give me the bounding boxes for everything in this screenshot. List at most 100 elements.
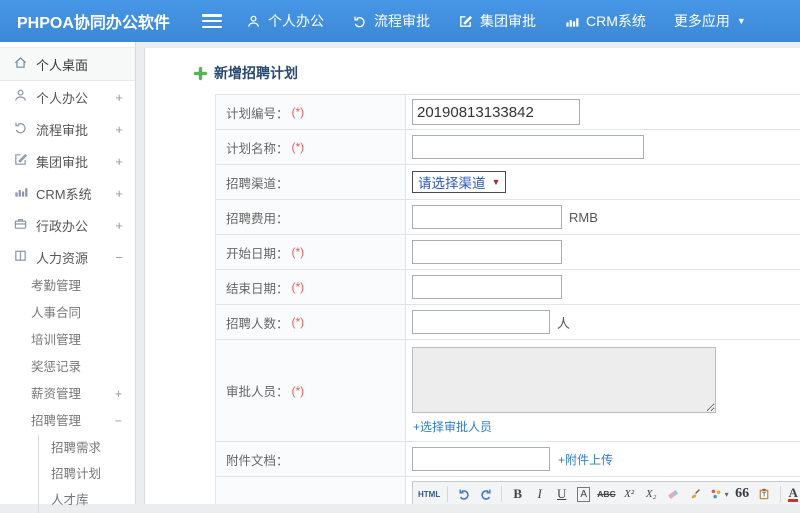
sidebar-subitem-label: 奖惩记录	[31, 354, 81, 381]
attachment-input[interactable]	[412, 447, 550, 471]
required-mark: (*)	[292, 315, 305, 329]
edit-icon	[458, 14, 473, 29]
sidebar-subitem-label: 考勤管理	[31, 273, 81, 300]
plan-name-input[interactable]	[412, 135, 644, 159]
font-color-button[interactable]: A ▾	[787, 485, 800, 503]
required-mark: (*)	[292, 245, 305, 259]
sidebar-subitem-training[interactable]: 培训管理	[0, 327, 135, 354]
expand-toggle[interactable]: +	[115, 186, 123, 201]
menu-toggle-icon[interactable]	[202, 14, 222, 28]
main-content: 新增招聘计划 计划编号： (*) 计划名称： (*) 招聘渠道：	[144, 48, 800, 504]
field-label-text: 招聘费用：	[226, 208, 289, 227]
undo-icon[interactable]	[454, 485, 473, 503]
expand-toggle[interactable]: +	[115, 381, 135, 408]
sidebar-subitem-attendance[interactable]: 考勤管理	[0, 273, 135, 300]
field-label: 附件文档：	[216, 442, 406, 476]
sidebar-item-label: 个人办公	[36, 88, 88, 107]
sidebar-item-process-approval[interactable]: 流程审批 +	[0, 113, 135, 145]
sidebar-subitem-salary[interactable]: 薪资管理 +	[0, 381, 135, 408]
italic-button[interactable]: I	[530, 485, 549, 503]
nav-item-label: 更多应用	[674, 11, 730, 31]
end-date-input[interactable]	[412, 275, 562, 299]
sidebar-item-desktop[interactable]: 个人桌面	[0, 47, 135, 81]
blockquote-button[interactable]: 66	[733, 485, 752, 503]
auto-typeset-icon[interactable]: ▾	[708, 485, 730, 503]
chart-icon	[564, 14, 579, 29]
underline-button[interactable]: U	[552, 485, 571, 503]
start-date-input[interactable]	[412, 240, 562, 264]
required-mark: (*)	[292, 140, 305, 154]
sidebar-item-admin-office[interactable]: 行政办公 +	[0, 209, 135, 241]
form-row-editor: HTML B I U A ABC X²	[216, 477, 800, 504]
sidebar-item-hr[interactable]: 人力资源 −	[0, 241, 135, 273]
toolbar-separator	[501, 486, 502, 502]
strikethrough-button[interactable]: ABC	[596, 485, 616, 503]
plan-number-input[interactable]	[412, 99, 580, 125]
redo-icon[interactable]	[476, 485, 495, 503]
sidebar-subsubitem-recruit-plan[interactable]: 招聘计划	[39, 461, 135, 487]
top-nav-items: 个人办公 流程审批 集团审批 CRM系统 更多应用 ▼	[246, 11, 746, 31]
channel-select[interactable]: 请选择渠道 ▼	[412, 171, 506, 193]
attachment-upload-link[interactable]: +附件上传	[558, 451, 613, 468]
expand-toggle[interactable]: +	[115, 218, 123, 233]
sidebar-subitem-recruitment[interactable]: 招聘管理 −	[0, 408, 135, 435]
headcount-unit-label: 人	[557, 313, 570, 332]
sidebar-subitem-hr-contract[interactable]: 人事合同	[0, 300, 135, 327]
eraser-icon[interactable]	[664, 485, 683, 503]
sidebar-subitem-label: 人事合同	[31, 300, 81, 327]
process-icon	[352, 14, 367, 29]
toolbar-separator	[780, 486, 781, 502]
nav-item-personal-office[interactable]: 个人办公	[246, 11, 324, 31]
nav-item-crm[interactable]: CRM系统	[564, 11, 646, 31]
collapse-toggle[interactable]: −	[115, 250, 123, 265]
html-source-button[interactable]: HTML	[417, 485, 441, 503]
briefcase-icon	[13, 216, 28, 234]
field-value	[406, 130, 800, 164]
sidebar-subitem-rewards[interactable]: 奖惩记录	[0, 354, 135, 381]
field-label: 结束日期： (*)	[216, 270, 406, 304]
format-brush-icon[interactable]	[686, 485, 705, 503]
headcount-input[interactable]	[412, 310, 550, 334]
form-row-plan-number: 计划编号： (*)	[216, 95, 800, 130]
paste-text-icon[interactable]: T	[755, 485, 774, 503]
char-border-button[interactable]: A	[577, 487, 590, 502]
approvers-textarea[interactable]	[412, 347, 716, 413]
expand-toggle[interactable]: +	[115, 122, 123, 137]
sidebar-subitem-label: 培训管理	[31, 327, 81, 354]
recruitment-plan-form: 计划编号： (*) 计划名称： (*) 招聘渠道： 请选择渠道	[215, 94, 800, 504]
sidebar-subsubitem-recruit-demand[interactable]: 招聘需求	[39, 435, 135, 461]
sidebar-item-label: 流程审批	[36, 120, 88, 139]
expand-toggle[interactable]: +	[115, 90, 123, 105]
select-approvers-link[interactable]: +选择审批人员	[413, 418, 492, 435]
sidebar-subitem-label: 薪资管理	[31, 381, 81, 408]
field-label: 开始日期： (*)	[216, 235, 406, 269]
channel-select-value: 请选择渠道	[418, 172, 486, 192]
recruitment-submenu: 招聘需求 招聘计划 人才库	[38, 435, 135, 513]
form-row-start-date: 开始日期： (*)	[216, 235, 800, 270]
nav-item-label: 集团审批	[480, 11, 536, 31]
form-row-headcount: 招聘人数： (*) 人	[216, 305, 800, 340]
sidebar-subsubitem-label: 人才库	[51, 493, 89, 507]
nav-item-group-approval[interactable]: 集团审批	[458, 11, 536, 31]
field-label-text: 开始日期：	[226, 243, 289, 262]
superscript-button[interactable]: X²	[620, 485, 639, 503]
field-label: 审批人员： (*)	[216, 340, 406, 441]
field-label	[216, 477, 406, 504]
field-label: 计划名称： (*)	[216, 130, 406, 164]
nav-item-more-apps[interactable]: 更多应用 ▼	[674, 11, 746, 31]
sidebar-item-crm[interactable]: CRM系统 +	[0, 177, 135, 209]
fee-input[interactable]	[412, 205, 562, 229]
sidebar-item-group-approval[interactable]: 集团审批 +	[0, 145, 135, 177]
collapse-toggle[interactable]: −	[115, 408, 135, 435]
bold-button[interactable]: B	[508, 485, 527, 503]
sidebar-item-personal-office[interactable]: 个人办公 +	[0, 81, 135, 113]
field-label-text: 招聘人数：	[226, 313, 289, 332]
nav-item-process-approval[interactable]: 流程审批	[352, 11, 430, 31]
sidebar-subsubitem-talent-pool[interactable]: 人才库	[39, 487, 135, 513]
font-color-glyph: A	[788, 487, 797, 502]
field-value: 请选择渠道 ▼	[406, 165, 800, 199]
caret-down-icon: ▼	[737, 17, 746, 26]
subscript-button[interactable]: X₂	[642, 485, 661, 503]
sidebar-subitem-label: 招聘管理	[31, 408, 81, 435]
expand-toggle[interactable]: +	[115, 154, 123, 169]
